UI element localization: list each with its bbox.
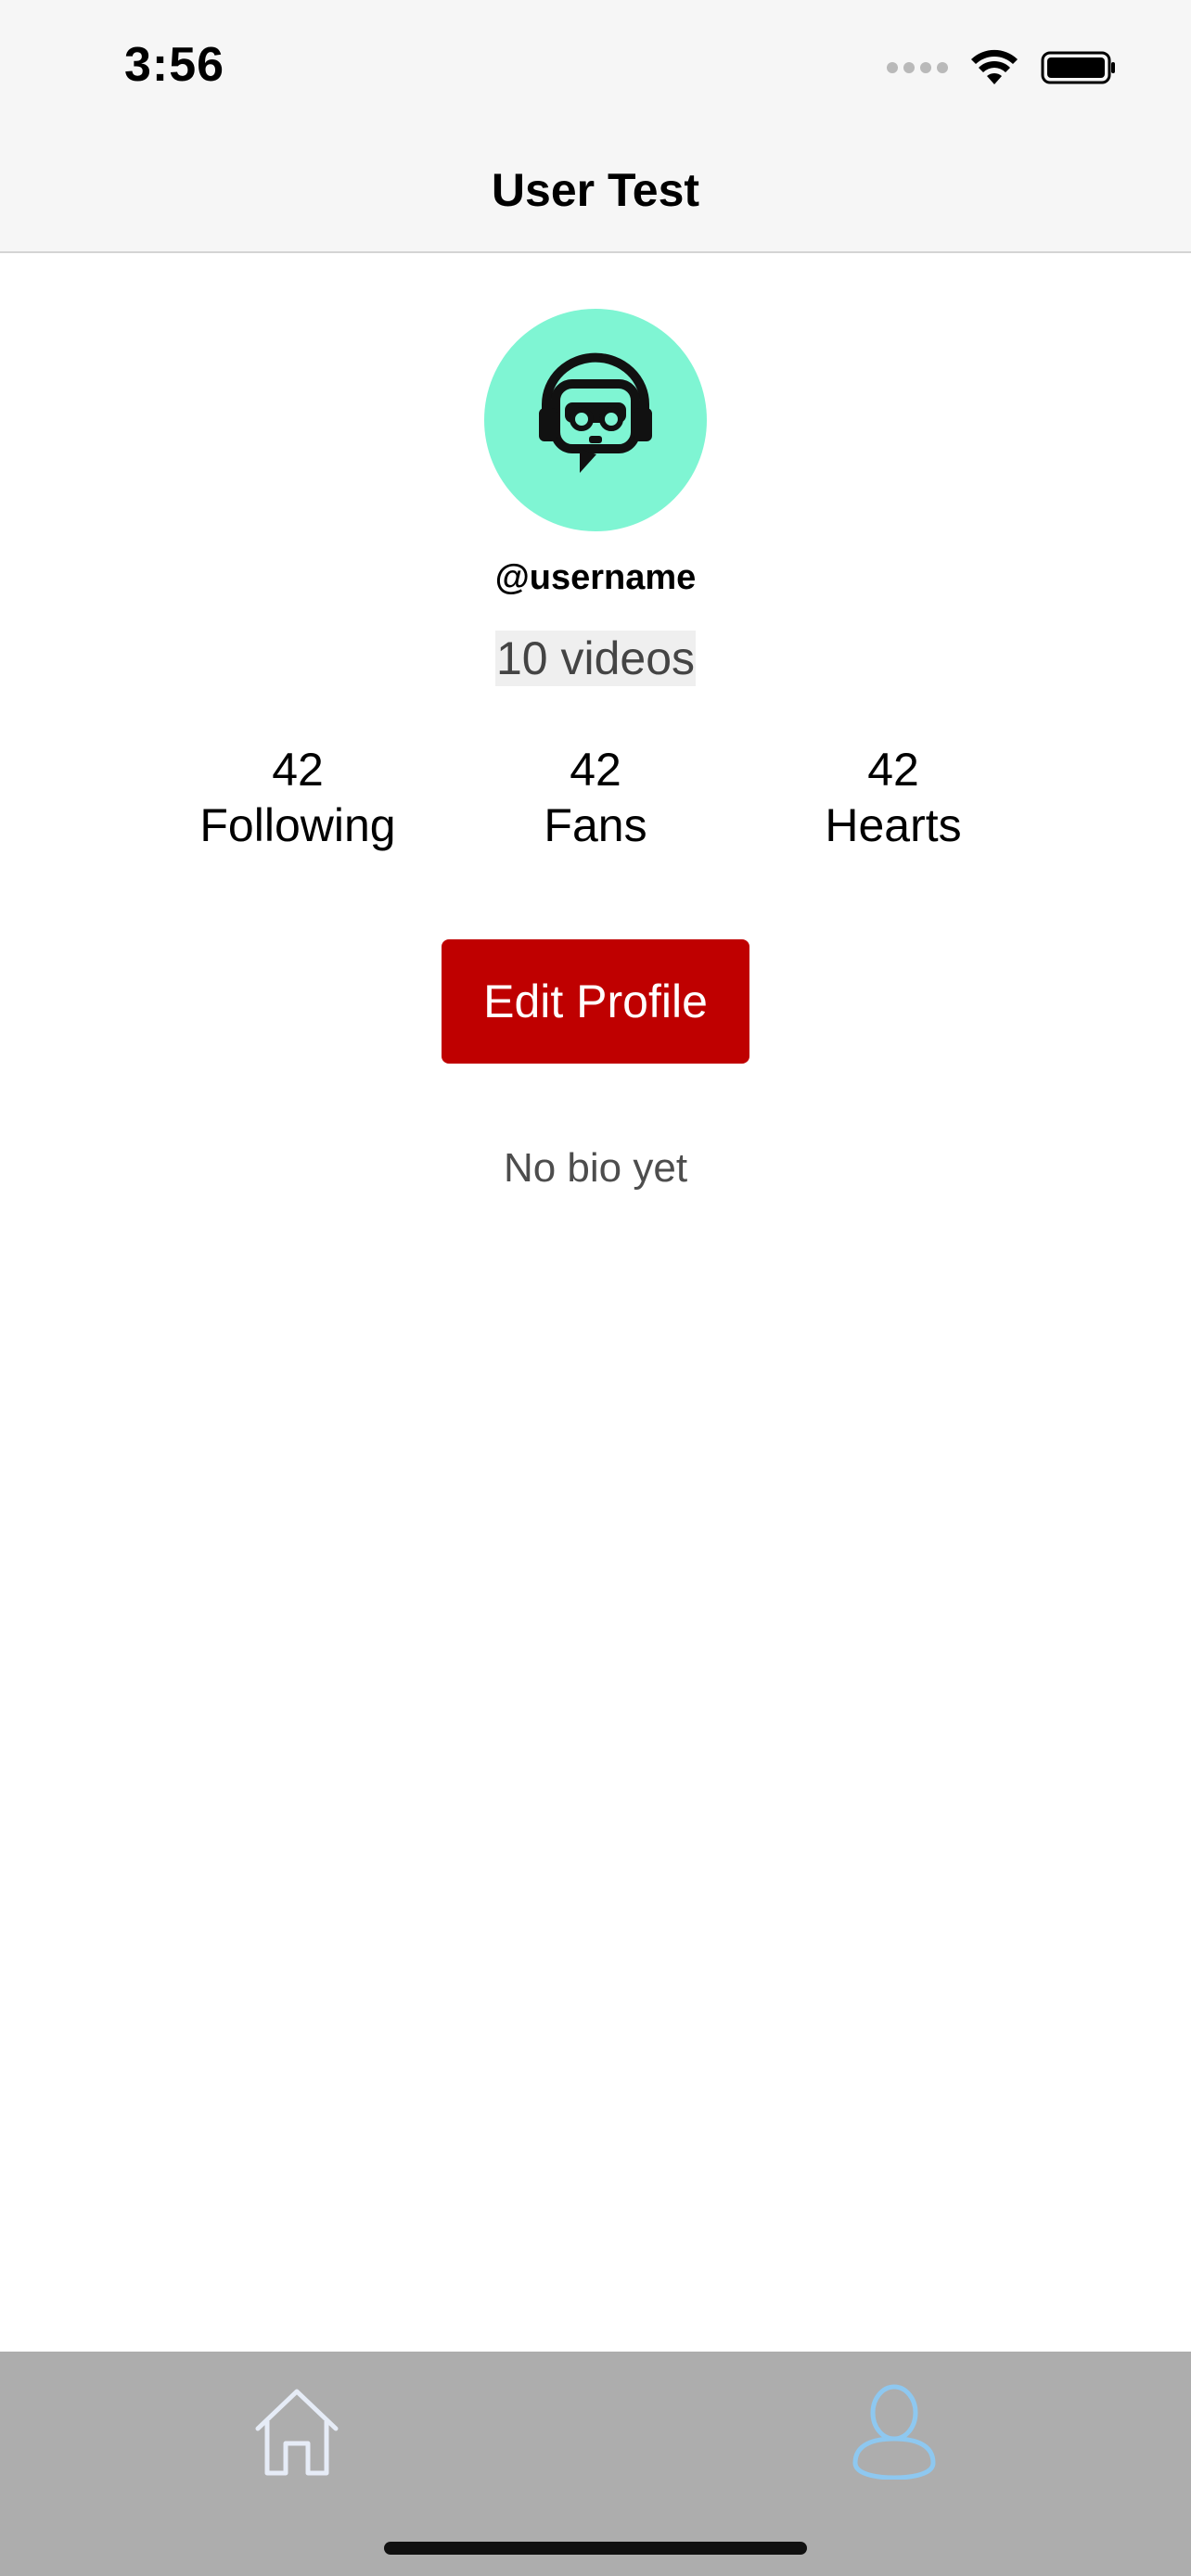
- home-indicator: [384, 2542, 807, 2555]
- stat-fans[interactable]: 42 Fans: [466, 742, 725, 853]
- stat-label: Following: [199, 799, 396, 851]
- status-icons: [887, 45, 1117, 91]
- cellular-signal-icon: [887, 62, 948, 73]
- wifi-icon: [971, 49, 1018, 84]
- stat-following[interactable]: 42 Following: [168, 742, 428, 853]
- top-bar: 3:56 User Test: [0, 0, 1191, 253]
- edit-profile-button[interactable]: Edit Profile: [442, 939, 749, 1064]
- robot-headset-icon: [539, 352, 652, 473]
- stat-value: 42: [867, 744, 919, 796]
- home-icon[interactable]: [250, 2386, 343, 2479]
- stat-value: 42: [272, 744, 324, 796]
- stat-label: Fans: [544, 799, 647, 851]
- stat-hearts[interactable]: 42 Hearts: [763, 742, 1023, 853]
- page-title: User Test: [491, 164, 700, 216]
- stat-value: 42: [570, 744, 621, 796]
- stat-label: Hearts: [825, 799, 962, 851]
- avatar[interactable]: [484, 309, 707, 531]
- battery-icon: [1041, 51, 1115, 84]
- username: @username: [494, 558, 697, 597]
- profile-icon[interactable]: [848, 2383, 941, 2480]
- status-time: 3:56: [124, 38, 225, 92]
- videos-count: 10 videos: [495, 631, 696, 686]
- bio-text: No bio yet: [503, 1145, 688, 1191]
